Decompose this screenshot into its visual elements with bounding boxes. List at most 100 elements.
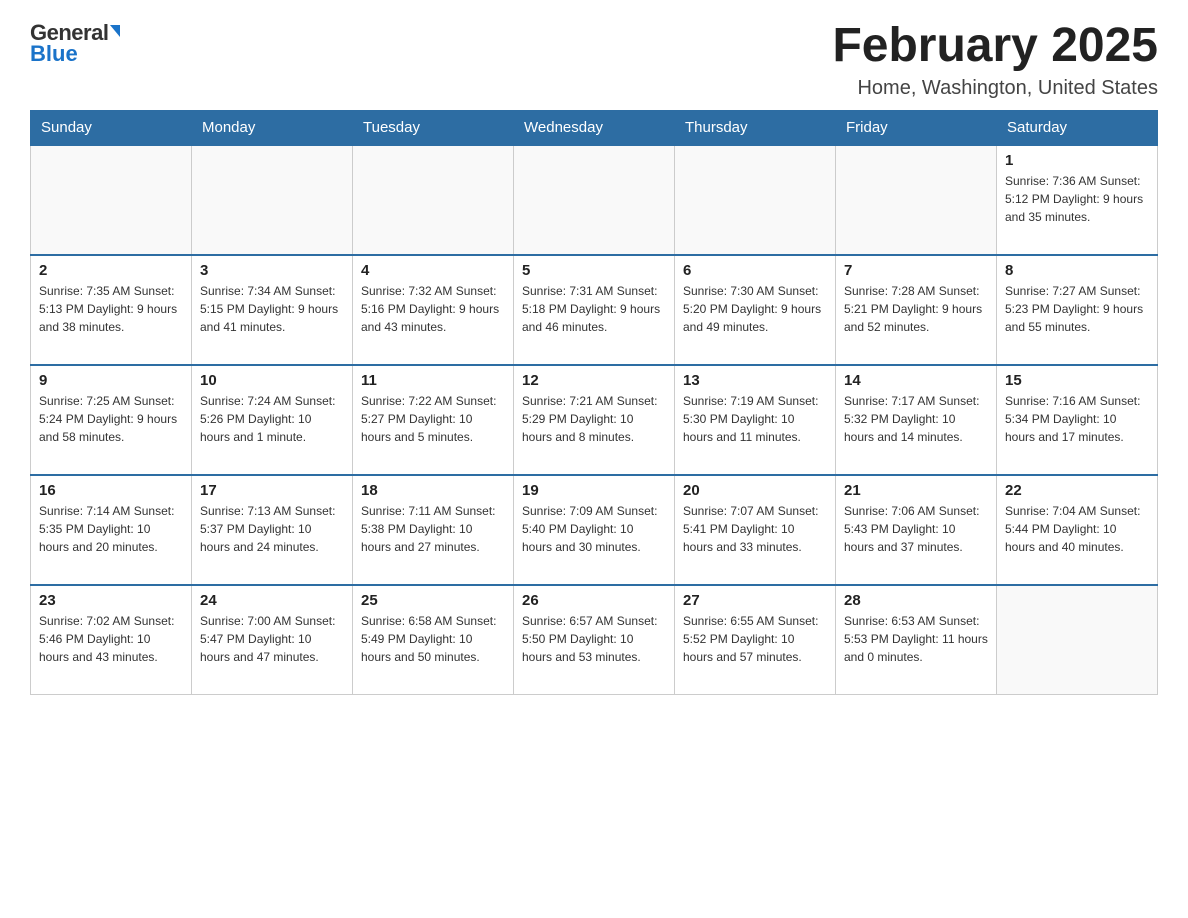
table-row: 9 Sunrise: 7:25 AM Sunset: 5:24 PM Daylig…	[31, 365, 192, 475]
calendar-week-row: 16 Sunrise: 7:14 AM Sunset: 5:35 PM Dayli…	[31, 475, 1158, 585]
day-info: Sunrise: 7:02 AM Sunset: 5:46 PM Dayligh…	[39, 612, 183, 666]
calendar-week-row: 1 Sunrise: 7:36 AM Sunset: 5:12 PM Daylig…	[31, 145, 1158, 255]
col-saturday: Saturday	[997, 110, 1158, 145]
col-wednesday: Wednesday	[514, 110, 675, 145]
col-sunday: Sunday	[31, 110, 192, 145]
day-number: 4	[361, 262, 505, 279]
day-info: Sunrise: 7:19 AM Sunset: 5:30 PM Dayligh…	[683, 392, 827, 446]
day-info: Sunrise: 7:00 AM Sunset: 5:47 PM Dayligh…	[200, 612, 344, 666]
day-number: 5	[522, 262, 666, 279]
table-row: 1 Sunrise: 7:36 AM Sunset: 5:12 PM Daylig…	[997, 145, 1158, 255]
table-row: 19 Sunrise: 7:09 AM Sunset: 5:40 PM Dayli…	[514, 475, 675, 585]
day-number: 19	[522, 482, 666, 499]
day-info: Sunrise: 7:24 AM Sunset: 5:26 PM Dayligh…	[200, 392, 344, 446]
day-info: Sunrise: 7:14 AM Sunset: 5:35 PM Dayligh…	[39, 502, 183, 556]
day-number: 3	[200, 262, 344, 279]
day-info: Sunrise: 7:25 AM Sunset: 5:24 PM Dayligh…	[39, 392, 183, 446]
day-info: Sunrise: 7:06 AM Sunset: 5:43 PM Dayligh…	[844, 502, 988, 556]
table-row: 4 Sunrise: 7:32 AM Sunset: 5:16 PM Daylig…	[353, 255, 514, 365]
day-number: 23	[39, 592, 183, 609]
month-title: February 2025	[832, 20, 1158, 73]
day-info: Sunrise: 7:04 AM Sunset: 5:44 PM Dayligh…	[1005, 502, 1149, 556]
table-row: 5 Sunrise: 7:31 AM Sunset: 5:18 PM Daylig…	[514, 255, 675, 365]
day-number: 26	[522, 592, 666, 609]
day-info: Sunrise: 7:27 AM Sunset: 5:23 PM Dayligh…	[1005, 282, 1149, 336]
table-row: 27Sunrise: 6:55 AM Sunset: 5:52 PM Dayli…	[675, 585, 836, 695]
table-row: 13 Sunrise: 7:19 AM Sunset: 5:30 PM Dayli…	[675, 365, 836, 475]
day-number: 12	[522, 372, 666, 389]
col-tuesday: Tuesday	[353, 110, 514, 145]
day-number: 2	[39, 262, 183, 279]
table-row: 28 Sunrise: 6:53 AM Sunset: 5:53 PM Dayli…	[836, 585, 997, 695]
day-info: Sunrise: 7:34 AM Sunset: 5:15 PM Dayligh…	[200, 282, 344, 336]
day-info: Sunrise: 7:13 AM Sunset: 5:37 PM Dayligh…	[200, 502, 344, 556]
day-number: 25	[361, 592, 505, 609]
location-text: Home, Washington, United States	[832, 77, 1158, 100]
day-number: 1	[1005, 152, 1149, 169]
day-number: 16	[39, 482, 183, 499]
day-info: Sunrise: 6:53 AM Sunset: 5:53 PM Dayligh…	[844, 612, 988, 666]
day-number: 28	[844, 592, 988, 609]
table-row: 12 Sunrise: 7:21 AM Sunset: 5:29 PM Dayli…	[514, 365, 675, 475]
day-number: 9	[39, 372, 183, 389]
table-row: 20 Sunrise: 7:07 AM Sunset: 5:41 PM Dayli…	[675, 475, 836, 585]
table-row	[675, 145, 836, 255]
day-number: 7	[844, 262, 988, 279]
table-row: 2 Sunrise: 7:35 AM Sunset: 5:13 PM Daylig…	[31, 255, 192, 365]
day-info: Sunrise: 7:31 AM Sunset: 5:18 PM Dayligh…	[522, 282, 666, 336]
day-info: Sunrise: 6:57 AM Sunset: 5:50 PM Dayligh…	[522, 612, 666, 666]
table-row: 7 Sunrise: 7:28 AM Sunset: 5:21 PM Daylig…	[836, 255, 997, 365]
day-number: 22	[1005, 482, 1149, 499]
table-row: 3 Sunrise: 7:34 AM Sunset: 5:15 PM Daylig…	[192, 255, 353, 365]
calendar-week-row: 23 Sunrise: 7:02 AM Sunset: 5:46 PM Dayli…	[31, 585, 1158, 695]
day-info: Sunrise: 7:35 AM Sunset: 5:13 PM Dayligh…	[39, 282, 183, 336]
day-number: 11	[361, 372, 505, 389]
table-row: 11Sunrise: 7:22 AM Sunset: 5:27 PM Dayli…	[353, 365, 514, 475]
logo-blue-text: Blue	[30, 41, 78, 67]
day-number: 8	[1005, 262, 1149, 279]
table-row: 22 Sunrise: 7:04 AM Sunset: 5:44 PM Dayli…	[997, 475, 1158, 585]
day-number: 13	[683, 372, 827, 389]
table-row: 16 Sunrise: 7:14 AM Sunset: 5:35 PM Dayli…	[31, 475, 192, 585]
calendar-header-row: Sunday Monday Tuesday Wednesday Thursday…	[31, 110, 1158, 145]
day-info: Sunrise: 7:32 AM Sunset: 5:16 PM Dayligh…	[361, 282, 505, 336]
day-info: Sunrise: 7:11 AM Sunset: 5:38 PM Dayligh…	[361, 502, 505, 556]
day-info: Sunrise: 7:16 AM Sunset: 5:34 PM Dayligh…	[1005, 392, 1149, 446]
table-row: 8 Sunrise: 7:27 AM Sunset: 5:23 PM Daylig…	[997, 255, 1158, 365]
day-info: Sunrise: 7:21 AM Sunset: 5:29 PM Dayligh…	[522, 392, 666, 446]
day-info: Sunrise: 6:58 AM Sunset: 5:49 PM Dayligh…	[361, 612, 505, 666]
logo: General Blue	[30, 20, 120, 67]
table-row	[514, 145, 675, 255]
table-row: 15 Sunrise: 7:16 AM Sunset: 5:34 PM Dayli…	[997, 365, 1158, 475]
calendar-table: Sunday Monday Tuesday Wednesday Thursday…	[30, 110, 1158, 696]
day-number: 15	[1005, 372, 1149, 389]
table-row	[997, 585, 1158, 695]
page-header: General Blue February 2025 Home, Washing…	[30, 20, 1158, 100]
table-row	[31, 145, 192, 255]
day-info: Sunrise: 7:07 AM Sunset: 5:41 PM Dayligh…	[683, 502, 827, 556]
day-number: 18	[361, 482, 505, 499]
col-monday: Monday	[192, 110, 353, 145]
table-row: 14Sunrise: 7:17 AM Sunset: 5:32 PM Dayli…	[836, 365, 997, 475]
day-info: Sunrise: 7:28 AM Sunset: 5:21 PM Dayligh…	[844, 282, 988, 336]
day-info: Sunrise: 7:09 AM Sunset: 5:40 PM Dayligh…	[522, 502, 666, 556]
table-row	[836, 145, 997, 255]
calendar-week-row: 9 Sunrise: 7:25 AM Sunset: 5:24 PM Daylig…	[31, 365, 1158, 475]
day-number: 20	[683, 482, 827, 499]
day-number: 14	[844, 372, 988, 389]
table-row: 17Sunrise: 7:13 AM Sunset: 5:37 PM Dayli…	[192, 475, 353, 585]
day-info: Sunrise: 6:55 AM Sunset: 5:52 PM Dayligh…	[683, 612, 827, 666]
day-info: Sunrise: 7:36 AM Sunset: 5:12 PM Dayligh…	[1005, 172, 1149, 226]
calendar-week-row: 2 Sunrise: 7:35 AM Sunset: 5:13 PM Daylig…	[31, 255, 1158, 365]
logo-triangle-icon	[110, 25, 120, 37]
table-row	[192, 145, 353, 255]
table-row	[353, 145, 514, 255]
table-row: 23 Sunrise: 7:02 AM Sunset: 5:46 PM Dayli…	[31, 585, 192, 695]
table-row: 18 Sunrise: 7:11 AM Sunset: 5:38 PM Dayli…	[353, 475, 514, 585]
day-number: 10	[200, 372, 344, 389]
table-row: 26 Sunrise: 6:57 AM Sunset: 5:50 PM Dayli…	[514, 585, 675, 695]
table-row: 24Sunrise: 7:00 AM Sunset: 5:47 PM Dayli…	[192, 585, 353, 695]
table-row: 21Sunrise: 7:06 AM Sunset: 5:43 PM Dayli…	[836, 475, 997, 585]
day-number: 6	[683, 262, 827, 279]
col-thursday: Thursday	[675, 110, 836, 145]
